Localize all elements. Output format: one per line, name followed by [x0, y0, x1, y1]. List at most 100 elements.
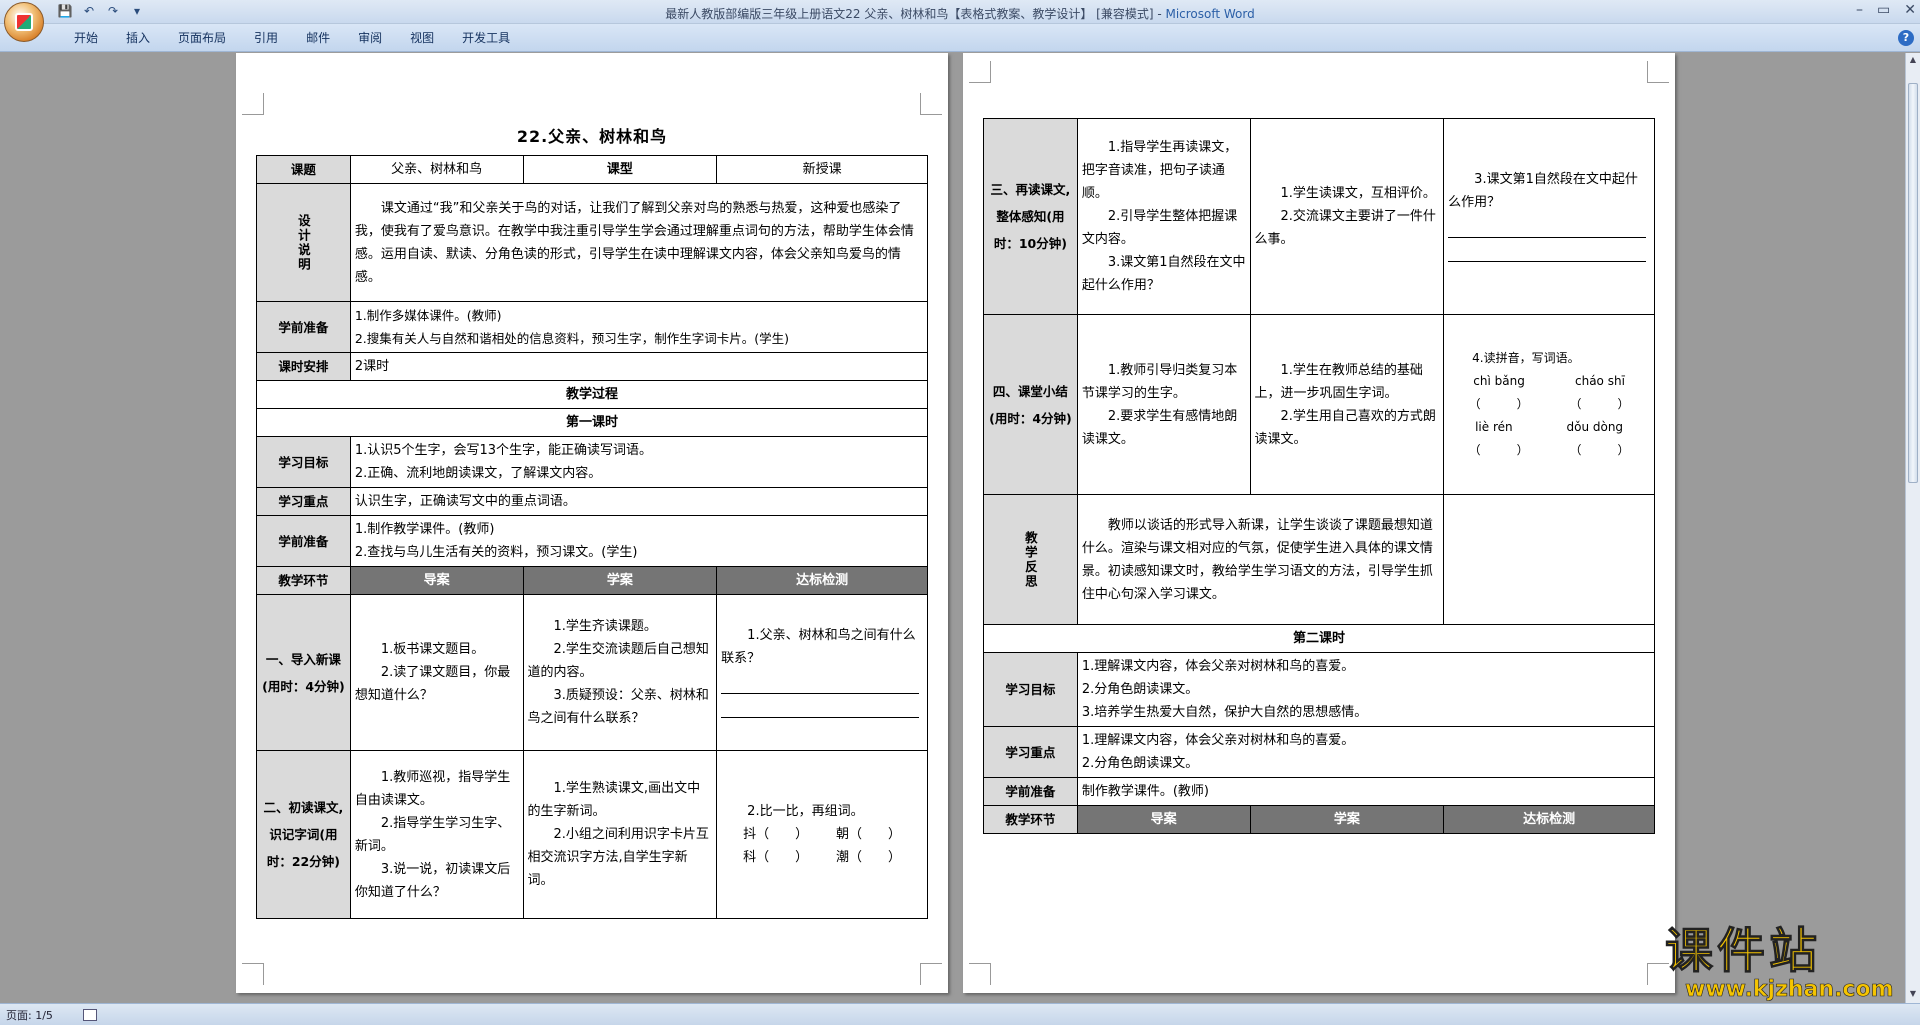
step-4-check: 4.读拼音，写词语。 — [1472, 351, 1580, 365]
page-indicator[interactable]: 页面: 1/5 — [6, 1007, 53, 1023]
label-prep-2: 学前准备 — [256, 515, 351, 567]
tab-view[interactable]: 视图 — [396, 29, 448, 46]
table-row: 第二课时 — [983, 624, 1655, 653]
label-reflect: 教学反思 — [983, 494, 1078, 625]
label-design: 设计说明 — [256, 183, 351, 302]
proofing-icon[interactable] — [82, 1008, 97, 1021]
step-3-guide: 2.引导学生整体把握课文内容。 — [1081, 209, 1238, 247]
step-2-guide: 2.指导学生学习生字、新词。 — [354, 815, 511, 854]
table-row: 教学过程 — [256, 380, 928, 409]
document-title: 最新人教版部编版三年级上册语文22 父亲、树林和鸟【表格式教案、教学设计】 [兼… — [665, 7, 1166, 21]
goal-line: 1.认识5个生字，会写13个生字，能正确读写词语。 — [354, 443, 653, 458]
step-3-guide: 3.课文第1自然段在文中起什么作用？ — [1081, 255, 1246, 293]
tab-home[interactable]: 开始 — [60, 29, 112, 46]
step-1-label: 一、导入新课(用时：4分钟) — [256, 594, 351, 751]
table-row: 二、初读课文,识记字词(用时：22分钟) 1.教师巡视，指导学生自由读课文。 2.… — [256, 750, 928, 919]
page-2: 三、再读课文,整体感知(用时：10分钟) 1.指导学生再读课文，把字音读准，把句… — [963, 53, 1675, 993]
table-row: 教学环节 导案 学案 达标检测 — [256, 566, 928, 595]
tab-review[interactable]: 审阅 — [344, 29, 396, 46]
answer-blank: （ ） — [1468, 397, 1529, 411]
label-prep: 学前准备 — [983, 777, 1078, 806]
value-design: 课文通过“我”和父亲关于鸟的对话，让我们了解到父亲对鸟的熟悉与热爱，这种爱也感染… — [349, 183, 929, 302]
window-title: 最新人教版部编版三年级上册语文22 父亲、树林和鸟【表格式教案、教学设计】 [兼… — [0, 5, 1920, 22]
lesson-table-1: 课题 父亲、树林和鸟 课型 新授课 设计说明 课文通过“我”和父亲关于鸟的对话，… — [256, 155, 929, 919]
label-step: 教学环节 — [983, 805, 1078, 834]
scroll-up-icon[interactable]: ▲ — [1908, 55, 1918, 67]
goal-line: 3.培养学生热爱大自然，保护大自然的思想感情。 — [1081, 705, 1368, 720]
close-button[interactable]: ✕ — [1904, 2, 1916, 18]
step-4-study: 1.学生在教师总结的基础上，进一步巩固生字词。 — [1254, 362, 1423, 401]
label-step: 教学环节 — [256, 566, 351, 595]
table-row: 第一课时 — [256, 408, 928, 437]
label-goal: 学习目标 — [983, 652, 1078, 727]
table-row: 教学环节 导案 学案 达标检测 — [983, 805, 1655, 834]
pinyin: liè rén — [1475, 420, 1513, 434]
word-pair: 潮（ ） — [836, 850, 902, 865]
step-1-check: 1.父亲、树林和鸟之间有什么联系？ — [721, 627, 916, 666]
help-icon[interactable]: ? — [1898, 30, 1914, 46]
prep-line: 2.搜集有关人与自然和谐相处的信息资料，预习生字，制作生字词卡片。(学生) — [354, 331, 790, 346]
lesson-title: 22.父亲、树林和鸟 — [516, 127, 668, 146]
goal-line: 2.分角色朗读课文。 — [1081, 682, 1199, 697]
vertical-scrollbar[interactable]: ▲ ▼ — [1905, 53, 1920, 1003]
value-type: 新授课 — [716, 155, 928, 184]
label-topic: 课题 — [256, 155, 351, 184]
step-4-guide: 1.教师引导归类复习本节课学习的生字。 — [1081, 362, 1238, 401]
value-hours: 2课时 — [349, 352, 929, 381]
section-process: 教学过程 — [256, 380, 928, 409]
section-lesson-2: 第二课时 — [983, 624, 1655, 653]
prep-line: 1.制作教学课件。(教师) — [354, 522, 495, 537]
ribbon-tabs: 开始 插入 页面布局 引用 邮件 审阅 视图 开发工具 — [0, 24, 1920, 52]
table-row: 学习重点 认识生字，正确读写文中的重点词语。 — [256, 487, 929, 516]
tab-mailings[interactable]: 邮件 — [292, 29, 344, 46]
label-type: 课型 — [522, 155, 718, 184]
step-3-label: 三、再读课文,整体感知(用时：10分钟) — [983, 118, 1078, 315]
office-button[interactable] — [4, 2, 44, 42]
tab-developer[interactable]: 开发工具 — [448, 29, 524, 46]
word-pair: 朝（ ） — [836, 827, 902, 842]
office-logo-icon — [15, 13, 33, 31]
table-row: 设计说明 课文通过“我”和父亲关于鸟的对话，让我们了解到父亲对鸟的熟悉与热爱，这… — [256, 183, 929, 302]
pinyin: dǒu dòng — [1566, 420, 1624, 434]
prep-line: 2.查找与鸟儿生活有关的资料，预习课文。(学生) — [354, 545, 638, 560]
step-2-study: 1.学生熟读课文,画出文中的生字新词。 — [527, 781, 701, 819]
tab-references[interactable]: 引用 — [240, 29, 292, 46]
col-study: 学案 — [522, 566, 718, 595]
table-row: 学习重点 1.理解课文内容，体会父亲对树林和鸟的喜爱。 2.分角色朗读课文。 — [983, 726, 1656, 778]
step-1-guide: 2.读了课文题目，你最想知道什么？ — [354, 665, 511, 703]
answer-blank: （ ） — [1468, 443, 1529, 457]
tab-page-layout[interactable]: 页面布局 — [164, 29, 240, 46]
table-row: 课题 父亲、树林和鸟 课型 新授课 — [256, 155, 928, 184]
value-focus: 认识生字，正确读写文中的重点词语。 — [349, 487, 929, 516]
table-row: 四、课堂小结(用时：4分钟) 1.教师引导归类复习本节课学习的生字。 2.要求学生… — [983, 314, 1655, 495]
status-bar: 页面: 1/5 — [0, 1003, 1920, 1025]
table-row: 学习目标 1.理解课文内容，体会父亲对树林和鸟的喜爱。 2.分角色朗读课文。 3.培… — [983, 652, 1656, 727]
lesson-table-2: 三、再读课文,整体感知(用时：10分钟) 1.指导学生再读课文，把字音读准，把句… — [983, 118, 1656, 834]
section-lesson-1: 第一课时 — [256, 408, 928, 437]
maximize-button[interactable]: ▭ — [1877, 2, 1890, 18]
step-1-study: 3.质疑预设：父亲、树林和鸟之间有什么联系？ — [527, 688, 709, 726]
step-3-study: 2.交流课文主要讲了一件什么事。 — [1254, 209, 1436, 247]
step-3-guide: 1.指导学生再读课文，把字音读准，把句子读通顺。 — [1081, 140, 1238, 201]
step-1-study: 1.学生齐读课题。 — [553, 619, 657, 634]
table-row: 学前准备 1.制作多媒体课件。(教师) 2.搜集有关人与自然和谐相处的信息资料，预… — [256, 301, 929, 353]
step-2-label: 二、初读课文,识记字词(用时：22分钟) — [256, 750, 351, 919]
table-row: 学习目标 1.认识5个生字，会写13个生字，能正确读写词语。 2.正确、流利地朗读… — [256, 436, 929, 488]
table-row: 学前准备 制作教学课件。(教师) — [983, 777, 1656, 806]
tab-insert[interactable]: 插入 — [112, 29, 164, 46]
prep-line: 1.制作多媒体课件。(教师) — [354, 308, 502, 323]
pinyin: cháo shī — [1575, 374, 1625, 388]
label-hours: 课时安排 — [256, 352, 351, 381]
page-1: 22.父亲、树林和鸟 课题 父亲、树林和鸟 课型 新授课 设计说明 课文通过“我… — [236, 53, 948, 993]
table-row: 教学反思 教师以谈话的形式导入新课，让学生谈谈了课题最想知道什么。渲染与课文相对… — [983, 494, 1655, 625]
scrollbar-thumb[interactable] — [1908, 83, 1918, 483]
answer-blank: （ ） — [1569, 443, 1630, 457]
col-check: 达标检测 — [716, 566, 928, 595]
minimize-button[interactable]: – — [1856, 2, 1863, 18]
col-study: 学案 — [1249, 805, 1445, 834]
table-row: 一、导入新课(用时：4分钟) 1.板书课文题目。 2.读了课文题目，你最想知道什么… — [256, 594, 928, 751]
step-2-study: 2.小组之间利用识字卡片互相交流识字方法,自学生字新词。 — [527, 827, 709, 888]
goal-line: 1.理解课文内容，体会父亲对树林和鸟的喜爱。 — [1081, 659, 1355, 674]
table-row: 三、再读课文,整体感知(用时：10分钟) 1.指导学生再读课文，把字音读准，把句… — [983, 118, 1655, 315]
table-row: 课时安排 2课时 — [256, 352, 929, 381]
